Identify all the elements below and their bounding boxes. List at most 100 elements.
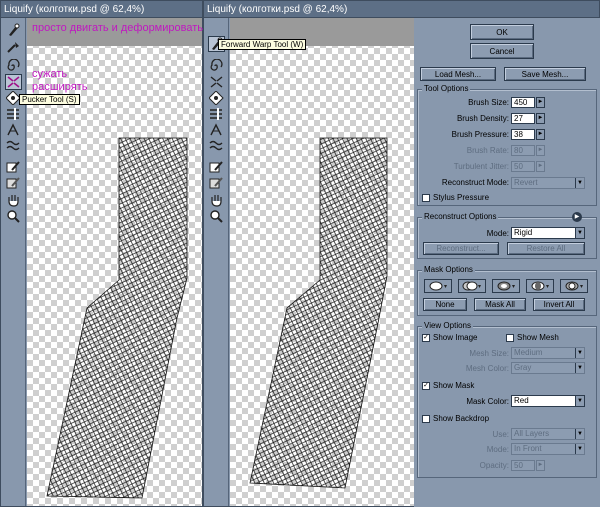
mask-color-select[interactable]: Red ▼ [511,395,585,407]
backdrop-mode-value: In Front [514,444,542,453]
turbulence-icon[interactable] [5,138,22,154]
twirl-icon[interactable] [5,58,22,74]
window-title[interactable]: Liquify (колготки.psd @ 62,4%) [204,1,599,18]
push-left-icon[interactable] [208,106,225,122]
hand-icon[interactable] [208,192,225,208]
chevron-down-icon: ▼ [575,396,584,406]
save-mesh-button[interactable]: Save Mesh... [504,67,586,81]
brush-rate-field[interactable]: 80 [511,145,535,156]
show-image-label: Show Image [433,333,478,342]
chevron-down-icon: ▼ [575,444,584,454]
window-title[interactable]: Liquify (колготки.psd @ 62,4%) [1,1,202,18]
backdrop-use-value: All Layers [514,429,550,438]
show-mask-label: Show Mask [433,381,475,390]
intersect-selection-icon[interactable] [526,279,554,293]
turbulent-jitter-arrow[interactable]: ► [536,161,545,172]
mask-options-heading: Mask Options [422,265,475,274]
bloat-icon[interactable] [208,90,225,106]
thaw-mask-icon[interactable] [5,175,22,191]
chevron-down-icon: ▼ [575,178,584,188]
liquify-window-right: Liquify (колготки.psd @ 62,4%) Forward W… [203,0,600,507]
note-expand: расширять [32,81,88,93]
brush-density-label: Brush Density: [456,114,509,123]
mask-all-button[interactable]: Mask All [474,298,526,311]
brush-rate-label: Brush Rate: [466,146,509,155]
freeze-mask-icon[interactable] [5,159,22,175]
reconstruct-mode-label: Mode: [486,229,509,238]
brush-pressure-arrow[interactable]: ► [536,129,545,140]
brush-size-label: Brush Size: [468,98,509,107]
mirror-icon[interactable] [208,122,225,138]
mesh-color-value: Gray [514,363,532,372]
restore-all-button[interactable]: Restore All [507,242,585,255]
brush-density-arrow[interactable]: ► [536,113,545,124]
load-mesh-button[interactable]: Load Mesh... [420,67,496,81]
show-mesh-checkbox[interactable] [506,334,514,342]
freeze-mask-icon[interactable] [208,159,225,175]
backdrop-mode-select[interactable]: In Front ▼ [511,443,585,455]
cancel-button[interactable]: Cancel [470,43,534,59]
view-options-heading: View Options [422,321,473,330]
ok-button[interactable]: OK [470,24,534,40]
zoom-icon[interactable] [5,208,22,224]
mask-color-value: Red [514,396,529,405]
brush-rate-arrow[interactable]: ► [536,145,545,156]
reconstruct-mode-label: Reconstruct Mode: [441,178,509,187]
mesh-color-label: Mesh Color: [465,364,509,373]
turbulent-jitter-field[interactable]: 50 [511,161,535,172]
reconstruct-icon[interactable] [5,39,22,55]
twirl-icon[interactable] [208,58,225,74]
mask-none-button[interactable]: None [423,298,467,311]
forward-warp-icon[interactable] [5,22,22,38]
mesh-color-select[interactable]: Gray ▼ [511,362,585,374]
brush-size-arrow[interactable]: ► [536,97,545,108]
brush-pressure-label: Brush Pressure: [451,130,509,139]
replace-selection-icon[interactable] [424,279,452,293]
chevron-down-icon: ▼ [575,363,584,373]
show-mask-checkbox[interactable]: ✓ [422,382,430,390]
reconstruct-mode-select[interactable]: Revert ▼ [511,177,585,189]
note-deform: просто двигать и деформировать [32,22,203,34]
show-backdrop-checkbox[interactable] [422,415,430,423]
mask-color-label: Mask Color: [466,397,509,406]
liquify-window-left: Liquify (колготки.psd @ 62,4%) Pucker To… [0,0,203,507]
show-image-checkbox[interactable]: ✓ [422,334,430,342]
invert-all-button[interactable]: Invert All [533,298,585,311]
tool-options-heading: Tool Options [422,84,471,93]
push-left-icon[interactable] [5,106,22,122]
stylus-pressure-checkbox[interactable] [422,194,430,202]
thaw-mask-icon[interactable] [208,175,225,191]
backdrop-use-label: Use: [492,430,509,439]
chevron-down-icon: ▼ [575,429,584,439]
preview-canvas-right[interactable] [230,18,414,506]
add-to-selection-icon[interactable] [458,279,486,293]
show-backdrop-label: Show Backdrop [433,414,490,423]
mesh-size-label: Mesh Size: [469,349,509,358]
pucker-icon[interactable] [5,74,22,90]
backdrop-opacity-arrow[interactable]: ► [536,460,545,471]
mesh-size-select[interactable]: Medium ▼ [511,347,585,359]
brush-density-field[interactable]: 27 [511,113,535,124]
stocking-mesh-image [249,137,388,489]
turbulent-jitter-label: Turbulent Jitter: [453,162,509,171]
turbulence-icon[interactable] [208,138,225,154]
subtract-from-selection-icon[interactable] [492,279,520,293]
brush-pressure-field[interactable]: 38 [511,129,535,140]
hand-icon[interactable] [5,192,22,208]
play-icon[interactable]: ▶ [572,212,582,222]
liquify-screenshot: Liquify (колготки.psd @ 62,4%) Pucker To… [0,0,600,507]
zoom-icon[interactable] [208,208,225,224]
backdrop-opacity-label: Opacity: [479,461,509,470]
reconstruct-button[interactable]: Reconstruct... [423,242,499,255]
backdrop-mode-label: Mode: [486,445,509,454]
invert-selection-icon[interactable] [560,279,588,293]
pucker-tool-tooltip: Pucker Tool (S) [19,94,80,105]
backdrop-use-select[interactable]: All Layers ▼ [511,428,585,440]
reconstruct-options-heading: Reconstruct Options [422,212,499,221]
backdrop-opacity-field[interactable]: 50 [511,460,535,471]
reconstruct-options-mode-select[interactable]: Rigid ▼ [511,227,585,239]
mirror-icon[interactable] [5,122,22,138]
brush-size-field[interactable]: 450 [511,97,535,108]
tool-strip [204,18,229,506]
pucker-icon[interactable] [208,74,225,90]
